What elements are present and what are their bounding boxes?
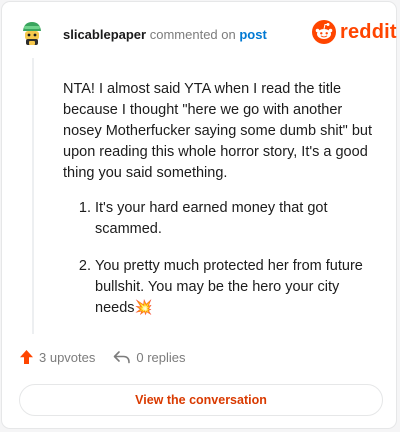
- reply-arrow-icon[interactable]: [113, 350, 131, 364]
- upvotes-stat[interactable]: 3 upvotes: [19, 349, 95, 365]
- arrow-up-icon[interactable]: [19, 349, 34, 365]
- comment-list: It's your hard earned money that got sca…: [63, 198, 381, 319]
- comment-footer: 3 upvotes 0 replies: [19, 349, 186, 365]
- comment-header: slicablepaper commented on post: [63, 27, 267, 43]
- replies-count: 0 replies: [136, 349, 186, 365]
- comment-body: NTA! I almost said YTA when I read the t…: [63, 79, 381, 335]
- post-link[interactable]: post: [239, 27, 266, 42]
- list-item: You pretty much protected her from futur…: [95, 256, 381, 319]
- action-text: commented on: [149, 27, 236, 42]
- reddit-wordmark: reddit: [340, 21, 397, 43]
- reddit-snoo-icon: [312, 20, 336, 44]
- comment-card: slicablepaper commented on post reddit N…: [1, 1, 397, 429]
- list-item: It's your hard earned money that got sca…: [95, 198, 381, 240]
- avatar[interactable]: [18, 19, 46, 47]
- view-conversation-button[interactable]: View the conversation: [19, 384, 383, 416]
- username[interactable]: slicablepaper: [63, 27, 146, 42]
- upvotes-count: 3 upvotes: [39, 349, 96, 365]
- replies-stat[interactable]: 0 replies: [113, 349, 186, 365]
- list-item-text: It's your hard earned money that got sca…: [95, 200, 328, 237]
- collision-emoji: 💥: [134, 300, 153, 316]
- reddit-logo[interactable]: reddit: [312, 20, 397, 44]
- comment-intro: NTA! I almost said YTA when I read the t…: [63, 81, 372, 181]
- thread-line: [32, 58, 34, 334]
